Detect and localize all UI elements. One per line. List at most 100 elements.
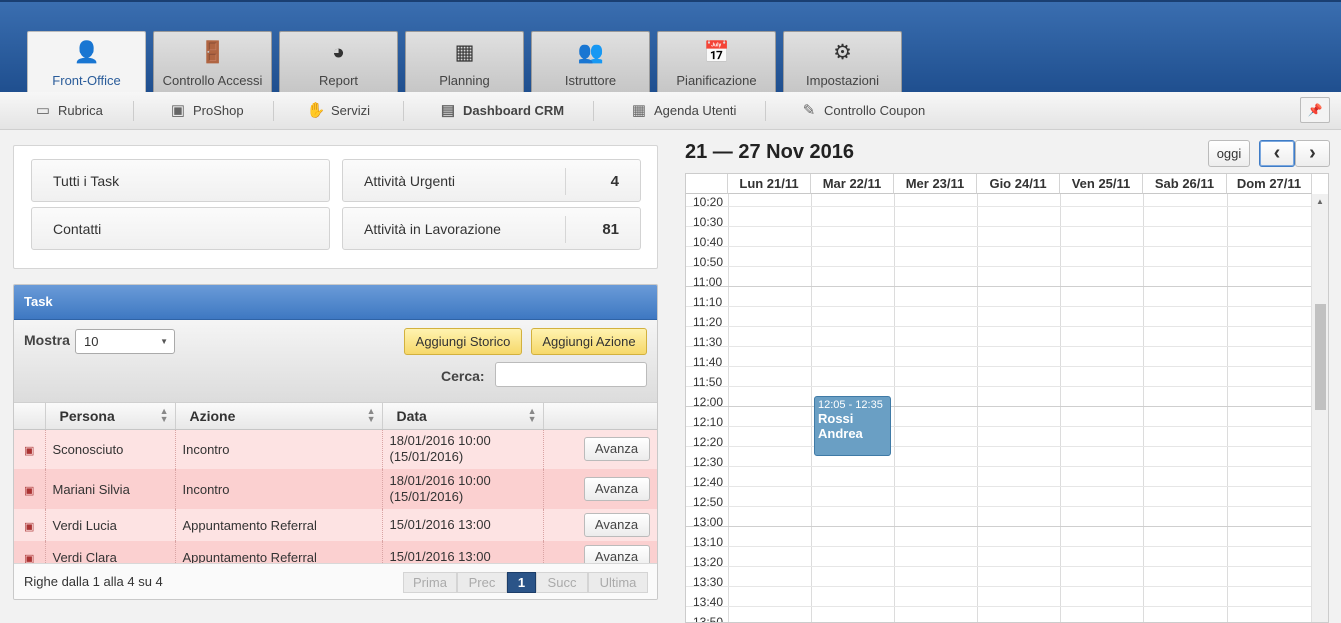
cell-persona: Mariani Silvia: [45, 469, 176, 509]
tab-label: Planning: [439, 73, 490, 88]
pager-first-button[interactable]: Prima: [403, 572, 457, 593]
page-size-select[interactable]: 10 ▼: [75, 329, 175, 354]
user-icon: 👤: [73, 41, 100, 64]
sort-icon: ▲ ▼: [159, 406, 169, 424]
data-text: 18/01/2016 10:00: [389, 473, 491, 488]
search-input[interactable]: [495, 362, 647, 387]
advance-button[interactable]: Avanza: [583, 477, 650, 501]
time-slot-line: [686, 506, 1312, 507]
pin-button[interactable]: 📌: [1300, 97, 1330, 123]
task-panel-title: Task: [14, 285, 657, 320]
next-week-button[interactable]: ›: [1295, 140, 1330, 167]
calendar-week-grid: Lun 21/11 Mar 22/11 Mer 23/11 Gio 24/11 Ven …: [685, 173, 1329, 623]
chevron-left-icon: ‹: [1273, 142, 1281, 164]
gear-icon: ⚙: [833, 41, 852, 64]
tab-impostazioni[interactable]: ⚙ Impostazioni: [783, 31, 902, 92]
pager-current-page[interactable]: 1: [507, 572, 536, 593]
column-header-data[interactable]: Data ▲ ▼: [382, 403, 544, 430]
event-name-line2: Andrea: [818, 426, 863, 441]
pager-next-button[interactable]: Succ: [536, 572, 588, 593]
divider: [273, 101, 274, 121]
subnav-dashboard-crm[interactable]: ▤ Dashboard CRM: [437, 92, 564, 129]
time-label: 11:00: [693, 275, 723, 289]
address-book-icon: ▭: [35, 102, 51, 119]
time-label: 12:40: [693, 475, 724, 489]
tab-label: Impostazioni: [806, 73, 879, 88]
add-action-button[interactable]: Aggiungi Azione: [531, 328, 647, 355]
all-tasks-button[interactable]: Tutti i Task: [31, 159, 330, 202]
tab-istruttore[interactable]: 👥 Istruttore: [531, 31, 650, 92]
row-calendar-icon: ▣: [14, 509, 46, 541]
calendar-grid-icon: ▦: [454, 41, 475, 64]
sort-icon: ▲ ▼: [527, 406, 537, 424]
column-header-persona[interactable]: Persona ▲ ▼: [45, 403, 176, 430]
advance-button[interactable]: Avanza: [583, 513, 650, 537]
time-label: 13:10: [693, 535, 724, 549]
pager-prev-button[interactable]: Prec: [457, 572, 507, 593]
page-size-label: Mostra: [24, 332, 70, 348]
event-time: 12:05 - 12:35: [818, 399, 883, 411]
tab-pianificazione[interactable]: 📅 Pianificazione: [657, 31, 776, 92]
tab-label: Pianificazione: [676, 73, 757, 88]
subnav-servizi[interactable]: ✋ Servizi: [305, 92, 370, 129]
urgent-activities-button[interactable]: Attività Urgenti 4: [342, 159, 641, 202]
handshake-icon: ✋: [306, 102, 326, 119]
advance-button[interactable]: Avanza: [583, 437, 650, 462]
all-tasks-label: Tutti i Task: [53, 173, 120, 189]
subnav-rubrica[interactable]: ▭ Rubrica: [32, 92, 103, 129]
column-header-azione[interactable]: Azione ▲ ▼: [175, 403, 383, 430]
calendar-scrollbar[interactable]: ▲: [1311, 194, 1328, 622]
subnav-label: Dashboard CRM: [463, 103, 565, 118]
subnav-label: Controllo Coupon: [824, 103, 926, 118]
tab-controllo-accessi[interactable]: 🚪 Controllo Accessi: [153, 31, 272, 92]
time-header-corner: [686, 174, 728, 194]
today-button[interactable]: oggi: [1208, 140, 1250, 167]
add-history-button[interactable]: Aggiungi Storico: [404, 328, 522, 355]
in-progress-activities-button[interactable]: Attività in Lavorazione 81: [342, 207, 641, 250]
prev-week-button[interactable]: ‹: [1259, 140, 1295, 167]
tab-front-office[interactable]: 👤 Front-Office: [27, 31, 146, 92]
data-text: 15/01/2016 13:00: [389, 517, 491, 532]
time-slot-line: [686, 246, 1312, 247]
tab-report[interactable]: ◕ Report: [279, 31, 398, 92]
time-slot-line: [686, 206, 1312, 207]
table-row[interactable]: ▣ Sconosciuto Incontro 18/01/2016 10:00 (15/…: [14, 429, 657, 469]
scroll-up-icon[interactable]: ▲: [1312, 197, 1328, 206]
table-row[interactable]: ▣ Mariani Silvia Incontro 18/01/2016 10:00(…: [14, 469, 657, 509]
time-slot-line: [686, 266, 1312, 267]
subnav-label: Agenda Utenti: [654, 103, 737, 118]
subnav-agenda-utenti[interactable]: ▦ Agenda Utenti: [628, 92, 737, 129]
scrollbar-thumb[interactable]: [1315, 304, 1326, 410]
time-label: 12:10: [693, 415, 724, 429]
time-slot-line: [686, 286, 1312, 287]
column-line: [1227, 194, 1228, 622]
contacts-button[interactable]: Contatti: [31, 207, 330, 250]
time-label: 11:50: [693, 375, 723, 389]
subnav-controllo-coupon[interactable]: ✎ Controllo Coupon: [798, 92, 925, 129]
day-header: Mar 22/11: [811, 174, 894, 194]
azione-text: Incontro: [182, 441, 230, 457]
column-line: [811, 194, 812, 622]
pager-last-button[interactable]: Ultima: [588, 572, 648, 593]
coupon-icon: ✎: [802, 102, 816, 119]
data-secondary-text: (15/01/2016): [389, 449, 464, 465]
time-slot-line: [686, 566, 1312, 567]
time-slot-line: [686, 386, 1312, 387]
time-label: 12:50: [693, 495, 724, 509]
tab-label: Controllo Accessi: [162, 73, 263, 88]
time-slot-line: [686, 586, 1312, 587]
calendar-icon: ▣: [24, 444, 35, 457]
time-label: 12:20: [693, 435, 724, 449]
subnav-proshop[interactable]: ▣ ProShop: [167, 92, 244, 129]
tab-planning[interactable]: ▦ Planning: [405, 31, 524, 92]
icon-column-header: [14, 403, 46, 430]
calendar-event[interactable]: 12:05 - 12:35 Rossi Andrea: [814, 396, 891, 456]
sort-icon: ▲ ▼: [366, 406, 376, 424]
time-slot-line: [686, 326, 1312, 327]
table-row[interactable]: ▣ Verdi Lucia Appuntamento Referral 15/01/2…: [14, 509, 657, 541]
cell-action: Avanza: [543, 429, 657, 469]
time-label: 10:50: [693, 255, 724, 269]
data-secondary-text: (15/01/2016): [389, 489, 464, 504]
search-label: Cerca:: [441, 368, 485, 384]
task-table: Persona ▲ ▼ Azione ▲ ▼ Data ▲ ▼ ▣ Sconosciuto In…: [14, 403, 657, 573]
